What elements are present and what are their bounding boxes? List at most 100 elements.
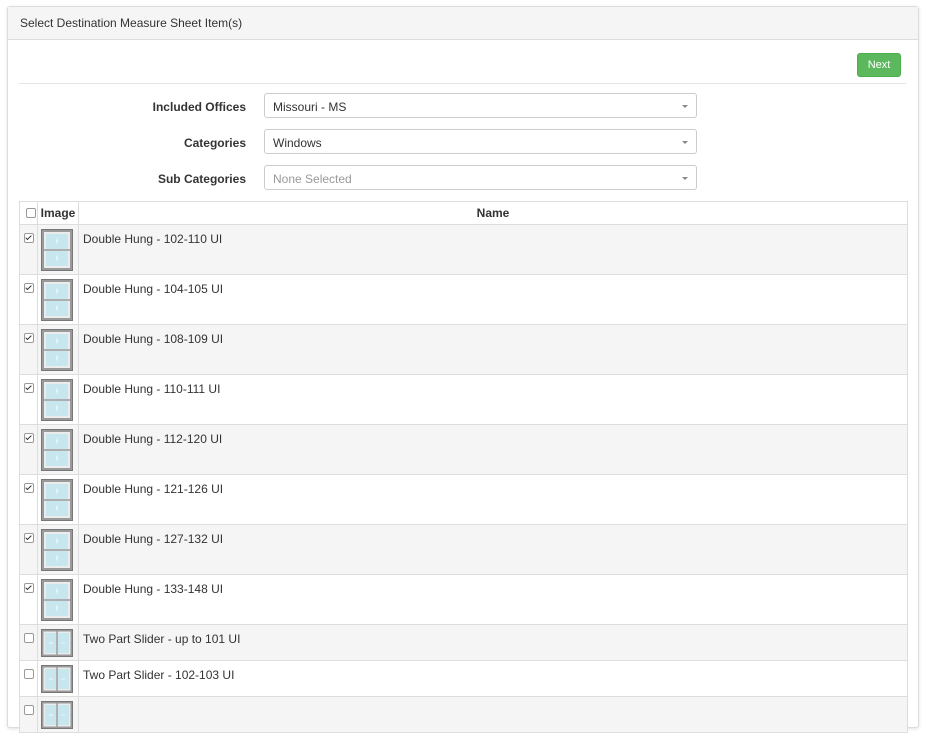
row-checkbox[interactable] <box>24 705 34 715</box>
row-image-cell <box>37 424 79 475</box>
table-row[interactable]: Two Part Slider - up to 101 UI <box>19 624 908 661</box>
next-button[interactable]: Next <box>857 53 901 77</box>
item-name: Double Hung - 133-148 UI <box>83 582 224 596</box>
slider-window-icon <box>41 629 73 657</box>
slider-window-icon <box>41 665 73 693</box>
row-select-cell <box>19 624 38 661</box>
row-name-cell: Double Hung - 133-148 UI <box>78 574 908 625</box>
table-row[interactable]: Double Hung - 133-148 UI <box>19 574 908 625</box>
item-name: Double Hung - 102-110 UI <box>83 232 223 246</box>
row-name-cell: Double Hung - 110-111 UI <box>78 374 908 425</box>
row-checkbox[interactable] <box>24 533 34 543</box>
categories-select-value: Windows <box>273 136 322 150</box>
offices-select[interactable]: Missouri - MS <box>264 93 697 118</box>
row-select-cell <box>19 696 38 733</box>
table-row[interactable]: Double Hung - 104-105 UI <box>19 274 908 325</box>
row-checkbox[interactable] <box>24 283 34 293</box>
row-image-cell <box>37 224 79 275</box>
row-image-cell <box>37 474 79 525</box>
caret-down-icon <box>682 105 688 108</box>
row-image-cell <box>37 274 79 325</box>
offices-label: Included Offices <box>152 100 246 114</box>
subcategories-label: Sub Categories <box>157 172 246 186</box>
row-select-cell <box>19 574 38 625</box>
caret-down-icon <box>682 141 688 144</box>
select-all-checkbox[interactable] <box>25 208 36 218</box>
double-hung-window-icon <box>41 429 73 471</box>
row-checkbox[interactable] <box>24 483 34 493</box>
item-name: Double Hung - 112-120 UI <box>83 432 223 446</box>
double-hung-window-icon <box>41 329 73 371</box>
categories-label: Categories <box>183 136 246 150</box>
panel-title: Select Destination Measure Sheet Item(s) <box>20 16 243 30</box>
double-hung-window-icon <box>41 479 73 521</box>
row-select-cell <box>19 474 38 525</box>
row-select-cell <box>19 424 38 475</box>
item-name: Double Hung - 104-105 UI <box>83 282 224 296</box>
table-row[interactable]: Double Hung - 127-132 UI <box>19 524 908 575</box>
table-header-row: Image Name <box>19 201 908 225</box>
row-name-cell: Double Hung - 121-126 UI <box>78 474 908 525</box>
table-row[interactable]: Double Hung - 110-111 UI <box>19 374 908 425</box>
table-row[interactable]: Two Part Slider - 102-103 UI <box>19 660 908 697</box>
row-select-cell <box>19 524 38 575</box>
double-hung-window-icon <box>41 279 73 321</box>
row-select-cell <box>19 224 38 275</box>
row-image-cell <box>37 374 79 425</box>
item-name: Two Part Slider - up to 101 UI <box>83 632 241 646</box>
table-row[interactable] <box>19 696 908 733</box>
row-image-cell <box>37 524 79 575</box>
row-image-cell <box>37 696 79 733</box>
item-name: Double Hung - 121-126 UI <box>83 482 224 496</box>
row-checkbox[interactable] <box>24 583 34 593</box>
subcategories-placeholder: None Selected <box>273 172 352 186</box>
row-name-cell: Double Hung - 104-105 UI <box>78 274 908 325</box>
select-all-cell <box>19 201 38 225</box>
row-image-cell <box>37 574 79 625</box>
row-select-cell <box>19 274 38 325</box>
item-name: Double Hung - 108-109 UI <box>83 332 224 346</box>
row-select-cell <box>19 660 38 697</box>
row-checkbox[interactable] <box>24 633 34 643</box>
row-checkbox[interactable] <box>24 669 34 679</box>
row-name-cell: Double Hung - 108-109 UI <box>78 324 908 375</box>
name-column-header: Name <box>78 201 908 225</box>
row-checkbox[interactable] <box>24 233 34 243</box>
row-select-cell <box>19 374 38 425</box>
table-row[interactable]: Double Hung - 102-110 UI <box>19 224 908 275</box>
row-name-cell: Double Hung - 102-110 UI <box>78 224 908 275</box>
row-name-cell: Two Part Slider - 102-103 UI <box>78 660 908 697</box>
item-name: Double Hung - 127-132 UI <box>83 532 224 546</box>
panel-header: Select Destination Measure Sheet Item(s) <box>8 7 918 40</box>
item-name: Double Hung - 110-111 UI <box>83 382 221 396</box>
image-column-header: Image <box>37 201 79 225</box>
row-image-cell <box>37 324 79 375</box>
offices-filter-row: Included Offices Missouri - MS <box>19 93 699 121</box>
row-name-cell <box>78 696 908 733</box>
toolbar: Next <box>19 40 906 84</box>
items-table: Image Name Double Hung - 102-110 UI Doubl… <box>19 201 908 733</box>
caret-down-icon <box>682 177 688 180</box>
double-hung-window-icon <box>41 379 73 421</box>
double-hung-window-icon <box>41 229 73 271</box>
double-hung-window-icon <box>41 529 73 571</box>
table-row[interactable]: Double Hung - 112-120 UI <box>19 424 908 475</box>
subcategories-filter-row: Sub Categories None Selected <box>19 165 699 193</box>
subcategories-select[interactable]: None Selected <box>264 165 697 190</box>
row-image-cell <box>37 660 79 697</box>
item-name: Two Part Slider - 102-103 UI <box>83 668 235 682</box>
row-name-cell: Two Part Slider - up to 101 UI <box>78 624 908 661</box>
offices-select-value: Missouri - MS <box>273 100 347 114</box>
row-name-cell: Double Hung - 127-132 UI <box>78 524 908 575</box>
table-row[interactable]: Double Hung - 108-109 UI <box>19 324 908 375</box>
row-name-cell: Double Hung - 112-120 UI <box>78 424 908 475</box>
table-row[interactable]: Double Hung - 121-126 UI <box>19 474 908 525</box>
row-select-cell <box>19 324 38 375</box>
double-hung-window-icon <box>41 579 73 621</box>
categories-filter-row: Categories Windows <box>19 129 699 157</box>
row-image-cell <box>37 624 79 661</box>
row-checkbox[interactable] <box>24 383 34 393</box>
row-checkbox[interactable] <box>24 333 34 343</box>
row-checkbox[interactable] <box>24 433 34 443</box>
categories-select[interactable]: Windows <box>264 129 697 154</box>
